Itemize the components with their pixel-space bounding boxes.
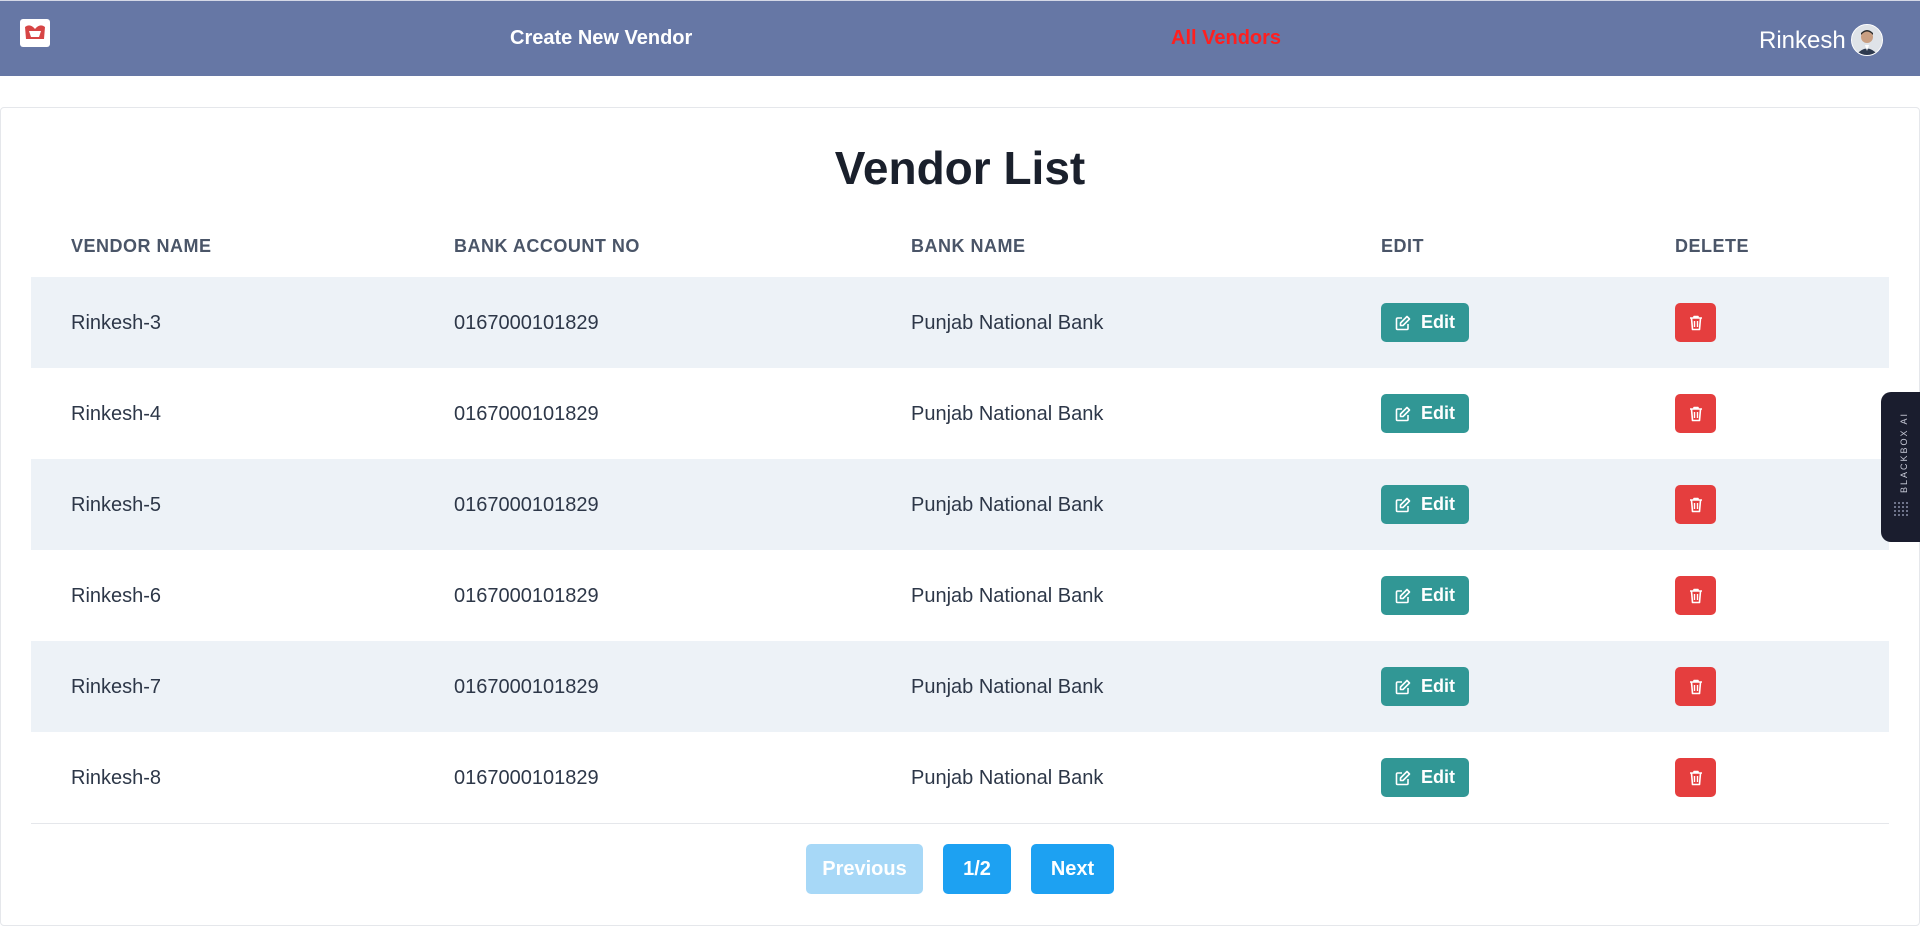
edit-icon <box>1395 497 1411 512</box>
bank-account-cell: 0167000101829 <box>454 403 599 425</box>
vendor-name-cell: Rinkesh-8 <box>71 767 162 789</box>
bank-account-cell: 0167000101829 <box>454 767 599 789</box>
nav-create-new-vendor[interactable]: Create New Vendor <box>510 26 692 50</box>
header-bank-account: BANK ACCOUNT NO <box>454 236 640 256</box>
dots-grid-icon <box>1894 502 1908 516</box>
trash-icon <box>1689 588 1702 603</box>
bank-name-cell: Punjab National Bank <box>911 676 1104 698</box>
edit-icon <box>1395 406 1411 421</box>
table-row: Rinkesh-6 0167000101829 Punjab National … <box>31 550 1889 641</box>
table-row: Rinkesh-7 0167000101829 Punjab National … <box>31 641 1889 732</box>
vendor-name-cell: Rinkesh-5 <box>71 494 162 516</box>
edit-icon <box>1395 315 1411 330</box>
logo-icon[interactable] <box>20 19 50 47</box>
edit-button[interactable]: Edit <box>1381 485 1469 524</box>
trash-icon <box>1689 406 1702 421</box>
user-avatar[interactable] <box>1851 24 1883 56</box>
edit-button[interactable]: Edit <box>1381 394 1469 433</box>
bank-name-cell: Punjab National Bank <box>911 585 1104 607</box>
edit-icon <box>1395 588 1411 603</box>
delete-button[interactable] <box>1675 303 1716 342</box>
delete-button[interactable] <box>1675 485 1716 524</box>
delete-button[interactable] <box>1675 667 1716 706</box>
bank-name-cell: Punjab National Bank <box>911 312 1104 334</box>
edit-label: Edit <box>1421 767 1455 787</box>
header-bank-name: BANK NAME <box>911 236 1026 256</box>
delete-button[interactable] <box>1675 394 1716 433</box>
vendor-name-cell: Rinkesh-7 <box>71 676 162 698</box>
trash-icon <box>1689 679 1702 694</box>
table-row: Rinkesh-5 0167000101829 Punjab National … <box>31 459 1889 550</box>
edit-button[interactable]: Edit <box>1381 576 1469 615</box>
edit-icon <box>1395 770 1411 785</box>
edit-label: Edit <box>1421 585 1455 605</box>
bank-account-cell: 0167000101829 <box>454 585 599 607</box>
edit-label: Edit <box>1421 494 1455 514</box>
bank-name-cell: Punjab National Bank <box>911 403 1104 425</box>
edit-button[interactable]: Edit <box>1381 758 1469 797</box>
table-header: VENDOR NAME BANK ACCOUNT NO BANK NAME ED… <box>31 230 1889 276</box>
vendor-name-cell: Rinkesh-4 <box>71 403 162 425</box>
bank-account-cell: 0167000101829 <box>454 676 599 698</box>
table-row: Rinkesh-3 0167000101829 Punjab National … <box>31 277 1889 368</box>
edit-button[interactable]: Edit <box>1381 303 1469 342</box>
table-bottom-divider <box>31 823 1889 824</box>
bank-name-cell: Punjab National Bank <box>911 494 1104 516</box>
nav-all-vendors[interactable]: All Vendors <box>1171 26 1281 50</box>
trash-icon <box>1689 497 1702 512</box>
header-delete: DELETE <box>1675 236 1750 256</box>
vendor-name-cell: Rinkesh-3 <box>71 312 162 334</box>
trash-icon <box>1689 770 1702 785</box>
next-button[interactable]: Next <box>1031 844 1114 894</box>
page-title: Vendor List <box>834 142 1086 194</box>
table-row: Rinkesh-4 0167000101829 Punjab National … <box>31 368 1889 459</box>
header-edit: EDIT <box>1381 236 1425 256</box>
table-row: Rinkesh-8 0167000101829 Punjab National … <box>31 732 1889 823</box>
edit-label: Edit <box>1421 403 1455 423</box>
delete-button[interactable] <box>1675 576 1716 615</box>
edit-button[interactable]: Edit <box>1381 667 1469 706</box>
blackbox-ai-label: BLACKBOX AI <box>1899 412 1909 494</box>
bank-name-cell: Punjab National Bank <box>911 767 1104 789</box>
top-navbar: Create New Vendor All Vendors Rinkesh <box>0 0 1920 76</box>
previous-button[interactable]: Previous <box>806 844 923 894</box>
vendor-name-cell: Rinkesh-6 <box>71 585 162 607</box>
header-vendor-name: VENDOR NAME <box>71 236 212 256</box>
delete-button[interactable] <box>1675 758 1716 797</box>
edit-icon <box>1395 679 1411 694</box>
edit-label: Edit <box>1421 676 1455 696</box>
user-name[interactable]: Rinkesh <box>1759 27 1846 55</box>
blackbox-ai-widget[interactable]: BLACKBOX AI <box>1881 392 1920 542</box>
trash-icon <box>1689 315 1702 330</box>
edit-label: Edit <box>1421 312 1455 332</box>
bank-account-cell: 0167000101829 <box>454 312 599 334</box>
bank-account-cell: 0167000101829 <box>454 494 599 516</box>
page-indicator-button[interactable]: 1/2 <box>943 844 1011 894</box>
